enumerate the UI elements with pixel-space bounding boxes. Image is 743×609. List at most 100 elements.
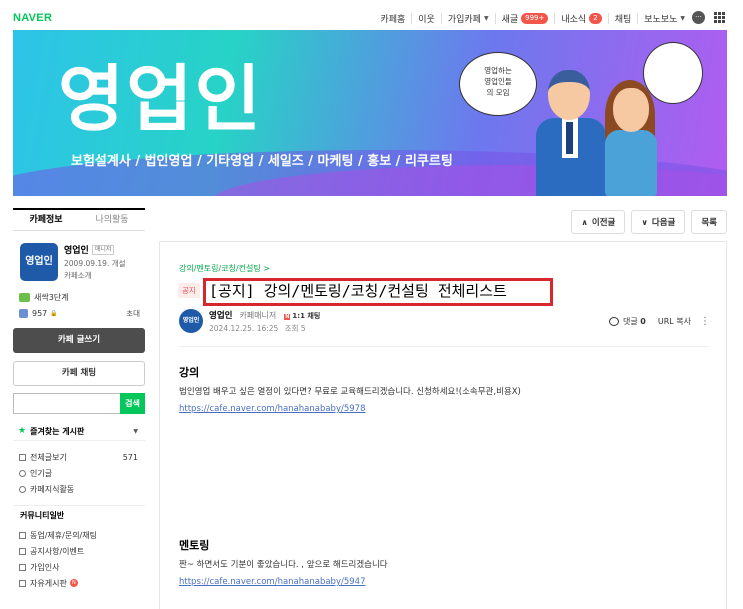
section-link[interactable]: https://cafe.naver.com/hanahanababy/5978 bbox=[179, 404, 365, 414]
menu-item-notice[interactable]: 공지사항/이벤트 bbox=[13, 543, 145, 559]
article-title: [공지] 강의/멘토링/코칭/컨설팅 전체리스트 bbox=[209, 282, 507, 300]
user-menu[interactable]: 보노보노 ▼ bbox=[637, 12, 691, 25]
post-actions: 댓글 0 URL 복사 ⋮ bbox=[609, 316, 710, 327]
comment-icon bbox=[609, 317, 619, 326]
chat-link[interactable]: 채팅 bbox=[607, 12, 638, 25]
avatar[interactable]: 영업인 bbox=[179, 309, 203, 333]
section-link[interactable]: https://cafe.naver.com/hanahanababy/5947 bbox=[179, 577, 365, 587]
news-badge: 2 bbox=[589, 12, 602, 24]
lock-icon: 🔒 bbox=[50, 309, 58, 317]
list-icon bbox=[19, 453, 26, 461]
cafe-rank-label: 새싹3단계 bbox=[34, 292, 69, 302]
post-date: 2024.12.25. 16:25 bbox=[209, 324, 279, 333]
cafe-home-label: 카페홈 bbox=[380, 14, 406, 25]
cafe-logo[interactable]: 영업인 bbox=[20, 243, 58, 281]
search-button[interactable]: 검색 bbox=[120, 393, 145, 414]
members-icon bbox=[19, 308, 28, 318]
url-copy-button[interactable]: URL 복사 bbox=[658, 316, 691, 327]
comments-link[interactable]: 댓글 0 bbox=[623, 316, 646, 327]
popular-icon bbox=[19, 469, 26, 477]
naver-logo[interactable]: NAVER bbox=[13, 12, 52, 24]
next-post-button[interactable]: ∨ 다음글 bbox=[631, 210, 686, 234]
list-label: 목록 bbox=[701, 218, 717, 228]
sprout-icon bbox=[19, 292, 30, 302]
chevron-down-icon: ▼ bbox=[483, 14, 489, 22]
board-icon bbox=[19, 563, 26, 571]
cafe-search: 검색 bbox=[13, 393, 145, 414]
banner-subtitle: 보험설계사 / 법인영업 / 기타영업 / 세일즈 / 마케팅 / 홍보 / 리… bbox=[71, 154, 453, 169]
menu-list: 전체글보기 571 인기글 카페지식활동 bbox=[13, 449, 145, 497]
chevron-down-icon: ▼ bbox=[680, 14, 685, 22]
post-meta: 2024.12.25. 16:25 조회 5 bbox=[209, 323, 306, 334]
one-to-one-chat-link[interactable]: N 1:1 채팅 bbox=[284, 312, 320, 320]
cafe-name: 영업인 매니저 bbox=[64, 243, 115, 256]
community-section-title: 커뮤니티일반 bbox=[13, 505, 145, 525]
board-icon bbox=[19, 531, 26, 539]
tab-my-activity[interactable]: 나의활동 bbox=[79, 210, 145, 230]
cafe-home-link[interactable]: 카페홈 bbox=[374, 13, 411, 25]
man-tie bbox=[566, 122, 573, 154]
menu-item-label: 전체글보기 bbox=[30, 452, 67, 462]
author-name[interactable]: 영업인 bbox=[209, 311, 232, 321]
invite-link[interactable]: 초대 bbox=[126, 308, 140, 319]
cafe-info: 영업인 영업인 매니저 2009.09.19. 개설 카페소개 bbox=[13, 243, 145, 289]
menu-item-free-board[interactable]: 자유게시판 N bbox=[13, 575, 145, 591]
sidebar: 카페정보 나의활동 영업인 영업인 매니저 2009.09.19. 개설 카페소… bbox=[13, 208, 145, 591]
chat-n-icon: N bbox=[284, 314, 291, 320]
menu-item-knowledge[interactable]: 카페지식활동 bbox=[13, 481, 145, 497]
divider bbox=[179, 346, 709, 347]
board-icon bbox=[19, 547, 26, 555]
prev-post-label: 이전글 bbox=[591, 218, 616, 228]
tab-cafe-info[interactable]: 카페정보 bbox=[13, 210, 79, 230]
talk-icon[interactable]: ··· bbox=[692, 11, 705, 24]
author-info: 영업인 카페매니저 N 1:1 채팅 bbox=[209, 309, 320, 321]
knowledge-icon bbox=[19, 485, 26, 493]
menu-item-greetings[interactable]: 가입인사 bbox=[13, 559, 145, 575]
star-icon: ★ bbox=[18, 426, 27, 436]
news-label: 내소식 bbox=[561, 14, 587, 25]
write-post-button[interactable]: 카페 글쓰기 bbox=[13, 328, 145, 353]
chat-tag-label: 1:1 채팅 bbox=[292, 312, 321, 320]
cafe-banner[interactable]: 영업인 보험설계사 / 법인영업 / 기타영업 / 세일즈 / 마케팅 / 홍보… bbox=[13, 30, 727, 196]
manager-badge: 매니저 bbox=[91, 244, 115, 255]
comments-label: 댓글 bbox=[623, 317, 638, 326]
neighbors-label: 이웃 bbox=[418, 14, 435, 25]
cafe-search-input[interactable] bbox=[13, 393, 120, 414]
joined-cafe-dropdown[interactable]: 가입카페 ▼ bbox=[440, 12, 495, 25]
speech-bubble-man: 영업하는 영업인들 의 모임 bbox=[459, 52, 537, 116]
neighbors-link[interactable]: 이웃 bbox=[411, 12, 441, 25]
top-bar: NAVER 카페홈 이웃 가입카페 ▼ 새글 999+ 내소식 2 채팅 보노보노 ▼ … bbox=[0, 0, 743, 34]
menu-item-partnership[interactable]: 동업/제휴/문의/채팅 bbox=[13, 527, 145, 543]
more-icon[interactable]: ⋮ bbox=[700, 316, 710, 327]
apps-grid-icon[interactable] bbox=[714, 12, 725, 23]
chevron-down-icon: ▼ bbox=[133, 427, 138, 435]
new-posts-label: 새글 bbox=[501, 14, 519, 25]
author-role: 카페매니저 bbox=[239, 311, 277, 320]
notice-tag: 공지 bbox=[178, 283, 200, 298]
menu-item-label: 카페지식활동 bbox=[30, 484, 75, 494]
chat-label: 채팅 bbox=[614, 14, 632, 25]
menu-item-label: 자유게시판 bbox=[30, 578, 67, 588]
menu-item-popular[interactable]: 인기글 bbox=[13, 465, 145, 481]
list-button[interactable]: 목록 bbox=[691, 210, 727, 234]
cafe-intro-link[interactable]: 카페소개 bbox=[64, 270, 92, 281]
section-text: 법인영업 배우고 싶은 열정이 있다면? 무료로 교육해드리겠습니다. 신청하세… bbox=[179, 387, 521, 397]
favorite-boards-header[interactable]: ★ 즐겨찾는 게시판 ▼ bbox=[13, 422, 145, 441]
article: 강의/멘토링/코칭/컨설팅 > 공지 [공지] 강의/멘토링/코칭/컨설팅 전체… bbox=[159, 241, 727, 609]
comments-count: 0 bbox=[640, 317, 646, 326]
board-icon bbox=[19, 579, 26, 587]
chevron-down-icon: ∨ bbox=[641, 217, 648, 227]
woman-head bbox=[613, 88, 649, 132]
news-link[interactable]: 내소식 2 bbox=[554, 12, 607, 25]
user-name: 보노보노 bbox=[644, 14, 678, 25]
prev-post-button[interactable]: ∧ 이전글 bbox=[571, 210, 626, 234]
new-posts-link[interactable]: 새글 999+ bbox=[494, 12, 555, 25]
menu-item-all-posts[interactable]: 전체글보기 571 bbox=[13, 449, 145, 465]
menu-item-label: 동업/제휴/문의/채팅 bbox=[30, 530, 97, 540]
breadcrumb[interactable]: 강의/멘토링/코칭/컨설팅 > bbox=[179, 263, 270, 274]
chevron-up-icon: ∧ bbox=[581, 217, 588, 227]
post-views: 조회 5 bbox=[284, 324, 306, 333]
member-count[interactable]: 957 bbox=[32, 309, 47, 318]
cafe-chat-button[interactable]: 카페 채팅 bbox=[13, 361, 145, 386]
section-text: 짠~ 하면서도 기분이 좋았습니다. , 앞으로 해드리겠습니다 bbox=[179, 560, 388, 570]
